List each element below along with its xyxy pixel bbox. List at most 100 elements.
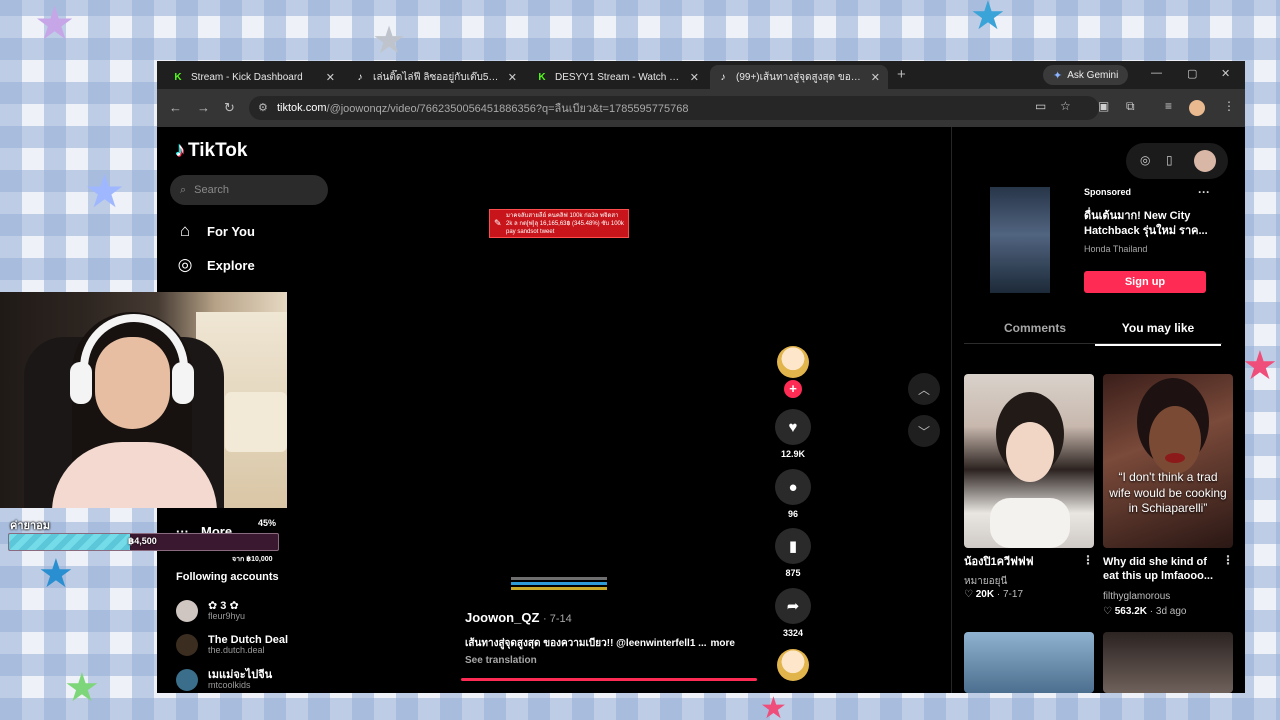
ask-gemini-button[interactable]: ✦ Ask Gemini: [1043, 65, 1129, 85]
video-creator[interactable]: Joowon_QZ · 7-14: [465, 610, 572, 625]
profile-avatar[interactable]: [1194, 150, 1216, 172]
phone-icon[interactable]: ▯: [1166, 153, 1173, 167]
close-icon[interactable]: ✕: [690, 71, 699, 84]
compass-icon[interactable]: ◎: [1140, 153, 1150, 167]
video-card-thumbnail[interactable]: [964, 374, 1094, 548]
like-action[interactable]: ♥ 12.9K: [773, 409, 813, 459]
nav-explore[interactable]: ◎ Explore: [175, 255, 255, 275]
following-account[interactable]: ✿ 3 ✿ fleur9hyu: [176, 600, 245, 622]
video-banner-overlay: ✎ มาคจลับสายลีย์ คนคลิฟ 100k ก่อ3ล พจิดส…: [489, 209, 629, 238]
close-icon[interactable]: ✕: [871, 71, 880, 84]
heart-outline-icon: ♡: [1103, 606, 1112, 617]
tiktok-logo[interactable]: ♪ TikTok: [175, 139, 247, 162]
more-options-icon[interactable]: ⋮: [1082, 553, 1094, 567]
video-card-thumbnail[interactable]: [964, 632, 1094, 693]
avatar: [176, 600, 198, 622]
top-tools: ◎ ▯: [1126, 143, 1228, 179]
star-sticker: ★: [372, 20, 407, 62]
comment-action[interactable]: ● 96: [773, 469, 813, 519]
heart-outline-icon: ♡: [964, 589, 973, 600]
tab-strip: K Stream - Kick Dashboard ✕ ♪ เล่นติ๊ดไล…: [157, 61, 1245, 89]
forward-button[interactable]: →: [197, 100, 210, 115]
reading-list-icon[interactable]: ≡: [1165, 99, 1172, 113]
browser-window: K Stream - Kick Dashboard ✕ ♪ เล่นติ๊ดไล…: [157, 61, 1245, 693]
url-field[interactable]: ⚙ tiktok.com/@joowonqz/video/76623500564…: [249, 96, 1099, 120]
heart-icon: ♥: [775, 409, 811, 445]
background-sofa: [225, 392, 287, 452]
address-bar-row: ← → ↻ ⚙ tiktok.com/@joowonqz/video/76623…: [157, 89, 1245, 127]
search-input[interactable]: ⌕ Search: [170, 175, 328, 205]
tiktok-icon: ♪: [357, 71, 363, 83]
video-card-thumbnail[interactable]: “I don't think a trad wife would be cook…: [1103, 374, 1233, 548]
star-sticker: ★: [34, 0, 76, 49]
profile-avatar[interactable]: [1189, 100, 1205, 116]
following-account[interactable]: The Dutch Deal the.dutch.deal: [176, 634, 288, 656]
close-icon[interactable]: ✕: [508, 71, 517, 84]
more-options-icon[interactable]: ⋮: [1222, 553, 1234, 567]
new-tab-button[interactable]: +: [897, 66, 906, 83]
tab-kick-stream[interactable]: K DESYY1 Stream - Watch Live on ✕: [529, 65, 707, 89]
back-button[interactable]: ←: [169, 100, 182, 115]
video-card-thumbnail[interactable]: [1103, 632, 1233, 693]
search-icon: ⌕: [180, 183, 187, 196]
video-card-title[interactable]: น้องปิ1ควีฟฟฟ: [964, 555, 1082, 569]
headphones-left: [70, 362, 92, 404]
following-account[interactable]: เมแม่จะไปจีน mtcoolkids: [176, 669, 272, 691]
menu-icon[interactable]: ⋮: [1223, 99, 1235, 113]
tab-comments[interactable]: Comments: [972, 321, 1098, 344]
star-sticker: ★: [760, 692, 787, 720]
video-card-author[interactable]: filthyglamorous: [1103, 591, 1170, 602]
ad-title[interactable]: ดื่นเต้นมาก! New City Hatchback รุ่นใหม่…: [1084, 209, 1214, 240]
share-icon: ➦: [775, 588, 811, 624]
puzzle-icon[interactable]: ⧉: [1126, 99, 1135, 114]
site-info-icon[interactable]: ⚙: [258, 101, 268, 114]
sign-up-button[interactable]: Sign up: [1084, 271, 1206, 293]
home-icon: ⌂: [179, 221, 191, 240]
ad-thumbnail[interactable]: [990, 187, 1050, 293]
person-thumbnail: [1137, 378, 1209, 474]
bookmark-icon: ▮: [775, 528, 811, 564]
bookmark-star-icon[interactable]: ☆: [1060, 99, 1071, 113]
see-translation-link[interactable]: See translation: [465, 655, 537, 666]
follow-plus-button[interactable]: +: [784, 380, 802, 398]
avatar: [176, 634, 198, 656]
ad-brand: Honda Thailand: [1084, 244, 1148, 254]
reload-button[interactable]: ↻: [224, 100, 235, 116]
next-video-button[interactable]: ﹀: [908, 415, 940, 447]
extension-icon[interactable]: ▣: [1098, 99, 1109, 113]
right-panel: ◎ ▯ Sponsored ··· ดื่นเต้นมาก! New City …: [951, 127, 1245, 693]
close-icon[interactable]: ✕: [326, 71, 335, 84]
kick-icon: K: [174, 71, 182, 83]
donation-goal-target: จาก ฿10,000: [232, 556, 273, 563]
gemini-icon: ✦: [1053, 69, 1063, 82]
share-action[interactable]: ➦ 3324: [773, 588, 813, 638]
caption-more-link[interactable]: more: [711, 638, 735, 649]
more-options-icon[interactable]: ···: [1198, 185, 1210, 199]
stripe: [511, 582, 607, 585]
video-progress-bar[interactable]: [461, 678, 757, 681]
avatar: [176, 669, 198, 691]
nav-for-you[interactable]: ⌂ For You: [175, 221, 255, 241]
tab-you-may-like[interactable]: You may like: [1095, 321, 1221, 346]
donation-goal-fill: [9, 534, 131, 550]
tiktok-icon: ♪: [720, 71, 726, 83]
window-close-button[interactable]: ✕: [1221, 67, 1230, 80]
donation-goal-amount: ฿4,500: [128, 536, 157, 546]
video-card-stats: ♡ 20K · 7-17: [964, 589, 1024, 600]
video-card-title[interactable]: Why did she kind of eat this up lmfaooo.…: [1103, 555, 1221, 584]
webcam-overlay: [0, 292, 287, 508]
tab-tiktok-1[interactable]: ♪ เล่นติ๊ดไล่ฟี ลิซออยู่กับเต๊บ555#ซาวร …: [347, 65, 525, 89]
maximize-button[interactable]: ▢: [1187, 67, 1197, 80]
tab-tiktok-active[interactable]: ♪ (99+)เส้นทางสู่จุดสูงสุด ของความเบี ✕: [710, 65, 888, 89]
video-caption: เส้นทางสู่จุดสูงสุด ของความเบียว!! @leen…: [465, 638, 735, 649]
previous-video-button[interactable]: ︿: [908, 373, 940, 405]
minimize-button[interactable]: —: [1151, 67, 1162, 79]
save-action[interactable]: ▮ 875: [773, 528, 813, 578]
video-stripes: [511, 577, 607, 593]
cast-icon[interactable]: ▭: [1035, 99, 1046, 113]
sponsored-label: Sponsored: [1084, 187, 1132, 197]
music-disc[interactable]: [777, 649, 809, 681]
creator-avatar[interactable]: [777, 346, 809, 378]
video-card-author[interactable]: หมายอยุนี: [964, 574, 1007, 589]
tab-kick-dashboard[interactable]: K Stream - Kick Dashboard ✕: [165, 65, 343, 89]
